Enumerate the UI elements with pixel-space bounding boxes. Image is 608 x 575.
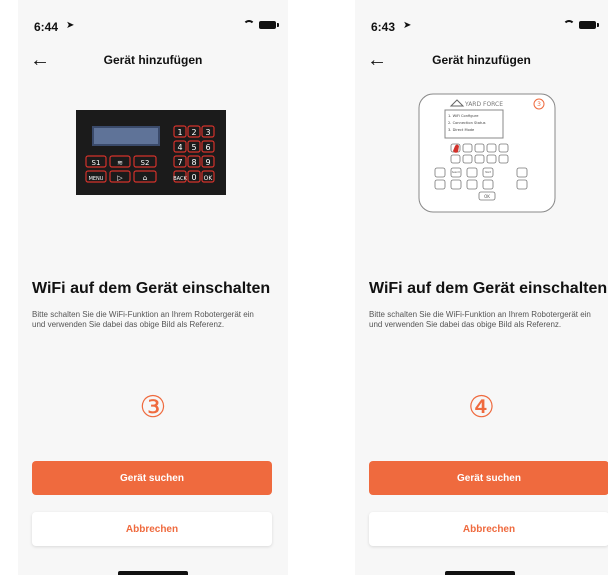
status-time: 6:43 [371,20,396,34]
menu-item-1: 1. WiFi Configure [448,114,479,118]
key-5: 5 [191,143,196,152]
instruction-heading: WiFi auf dem Gerät einschalten [369,280,608,297]
screen-step-4: 6:43 ➤ ← Gerät hinzufügen YARD FORCE 3 1… [355,0,608,575]
key-menu: MENU [89,176,104,182]
key-back: BACK [173,176,187,182]
search-device-button[interactable]: Gerät suchen [32,461,272,495]
ok-key-label: OK [484,194,490,199]
cancel-button[interactable]: Abbrechen [369,512,608,546]
step-number: ④ [468,391,495,424]
device-keypad-diagram: YARD FORCE 3 1. WiFi Configure 2. Connec… [417,92,557,214]
instruction-heading: WiFi auf dem Gerät einschalten [32,280,271,297]
status-bar: 6:44 ➤ [34,20,279,34]
page-title: Gerät hinzufügen [432,53,531,67]
menu-item-3: 3. Direct Mode [448,128,475,132]
nav-bar: ← Gerät hinzufügen [355,48,608,74]
keypad-line-diagram: YARD FORCE 3 1. WiFi Configure 2. Connec… [418,93,556,213]
key-1: 1 [177,128,182,137]
brand-logo: YARD FORCE [464,101,503,108]
play-key-icon: ▷ [117,174,123,182]
key-4: 4 [177,143,182,152]
status-bar: 6:43 ➤ [371,20,599,34]
key-6: 6 [205,143,210,152]
screen-step-3: 6:44 ➤ ← Gerät hinzufügen 1 2 3 4 5 6 7 … [18,0,288,575]
key-9: 9 [205,158,210,167]
start-key-label: Start [485,171,491,174]
home-indicator [445,571,515,575]
step-number: ③ [139,391,167,424]
key-7: 7 [177,158,182,167]
home-indicator [118,571,188,575]
key-s1: S1 [92,159,101,167]
page-title: Gerät hinzufügen [103,53,203,67]
search-device-button[interactable]: Gerät suchen [369,461,608,495]
nav-bar: ← Gerät hinzufügen [18,48,288,74]
location-icon: ➤ [66,20,75,31]
search-key-label: Search [452,171,461,174]
wifi-key-icon: ≋ [117,159,123,167]
cancel-button[interactable]: Abbrechen [32,512,272,546]
device-keypad-photo: 1 2 3 4 5 6 7 8 9 BACK 0 OK S1 ≋ S2 MENU… [76,110,226,195]
battery-icon [579,20,599,29]
menu-item-2: 2. Connection Status [448,121,486,125]
key-s2: S2 [141,159,150,167]
location-icon: ➤ [403,20,412,31]
key-2: 2 [191,128,196,137]
instruction-text: Bitte schalten Sie die WiFi-Funktion an … [32,310,254,329]
instruction-text: Bitte schalten Sie die WiFi-Funktion an … [369,310,591,329]
home-key-icon: ⌂ [143,174,147,182]
key-ok: OK [204,175,214,182]
highlight-marker: 3 [537,101,541,108]
key-8: 8 [191,158,196,167]
key-3: 3 [205,128,210,137]
status-time: 6:44 [34,20,59,34]
battery-icon [259,20,279,29]
wifi-icon [243,20,255,29]
wifi-icon [563,20,575,29]
keypad-illustration: 1 2 3 4 5 6 7 8 9 BACK 0 OK S1 ≋ S2 MENU… [76,110,226,195]
key-0: 0 [191,173,196,182]
